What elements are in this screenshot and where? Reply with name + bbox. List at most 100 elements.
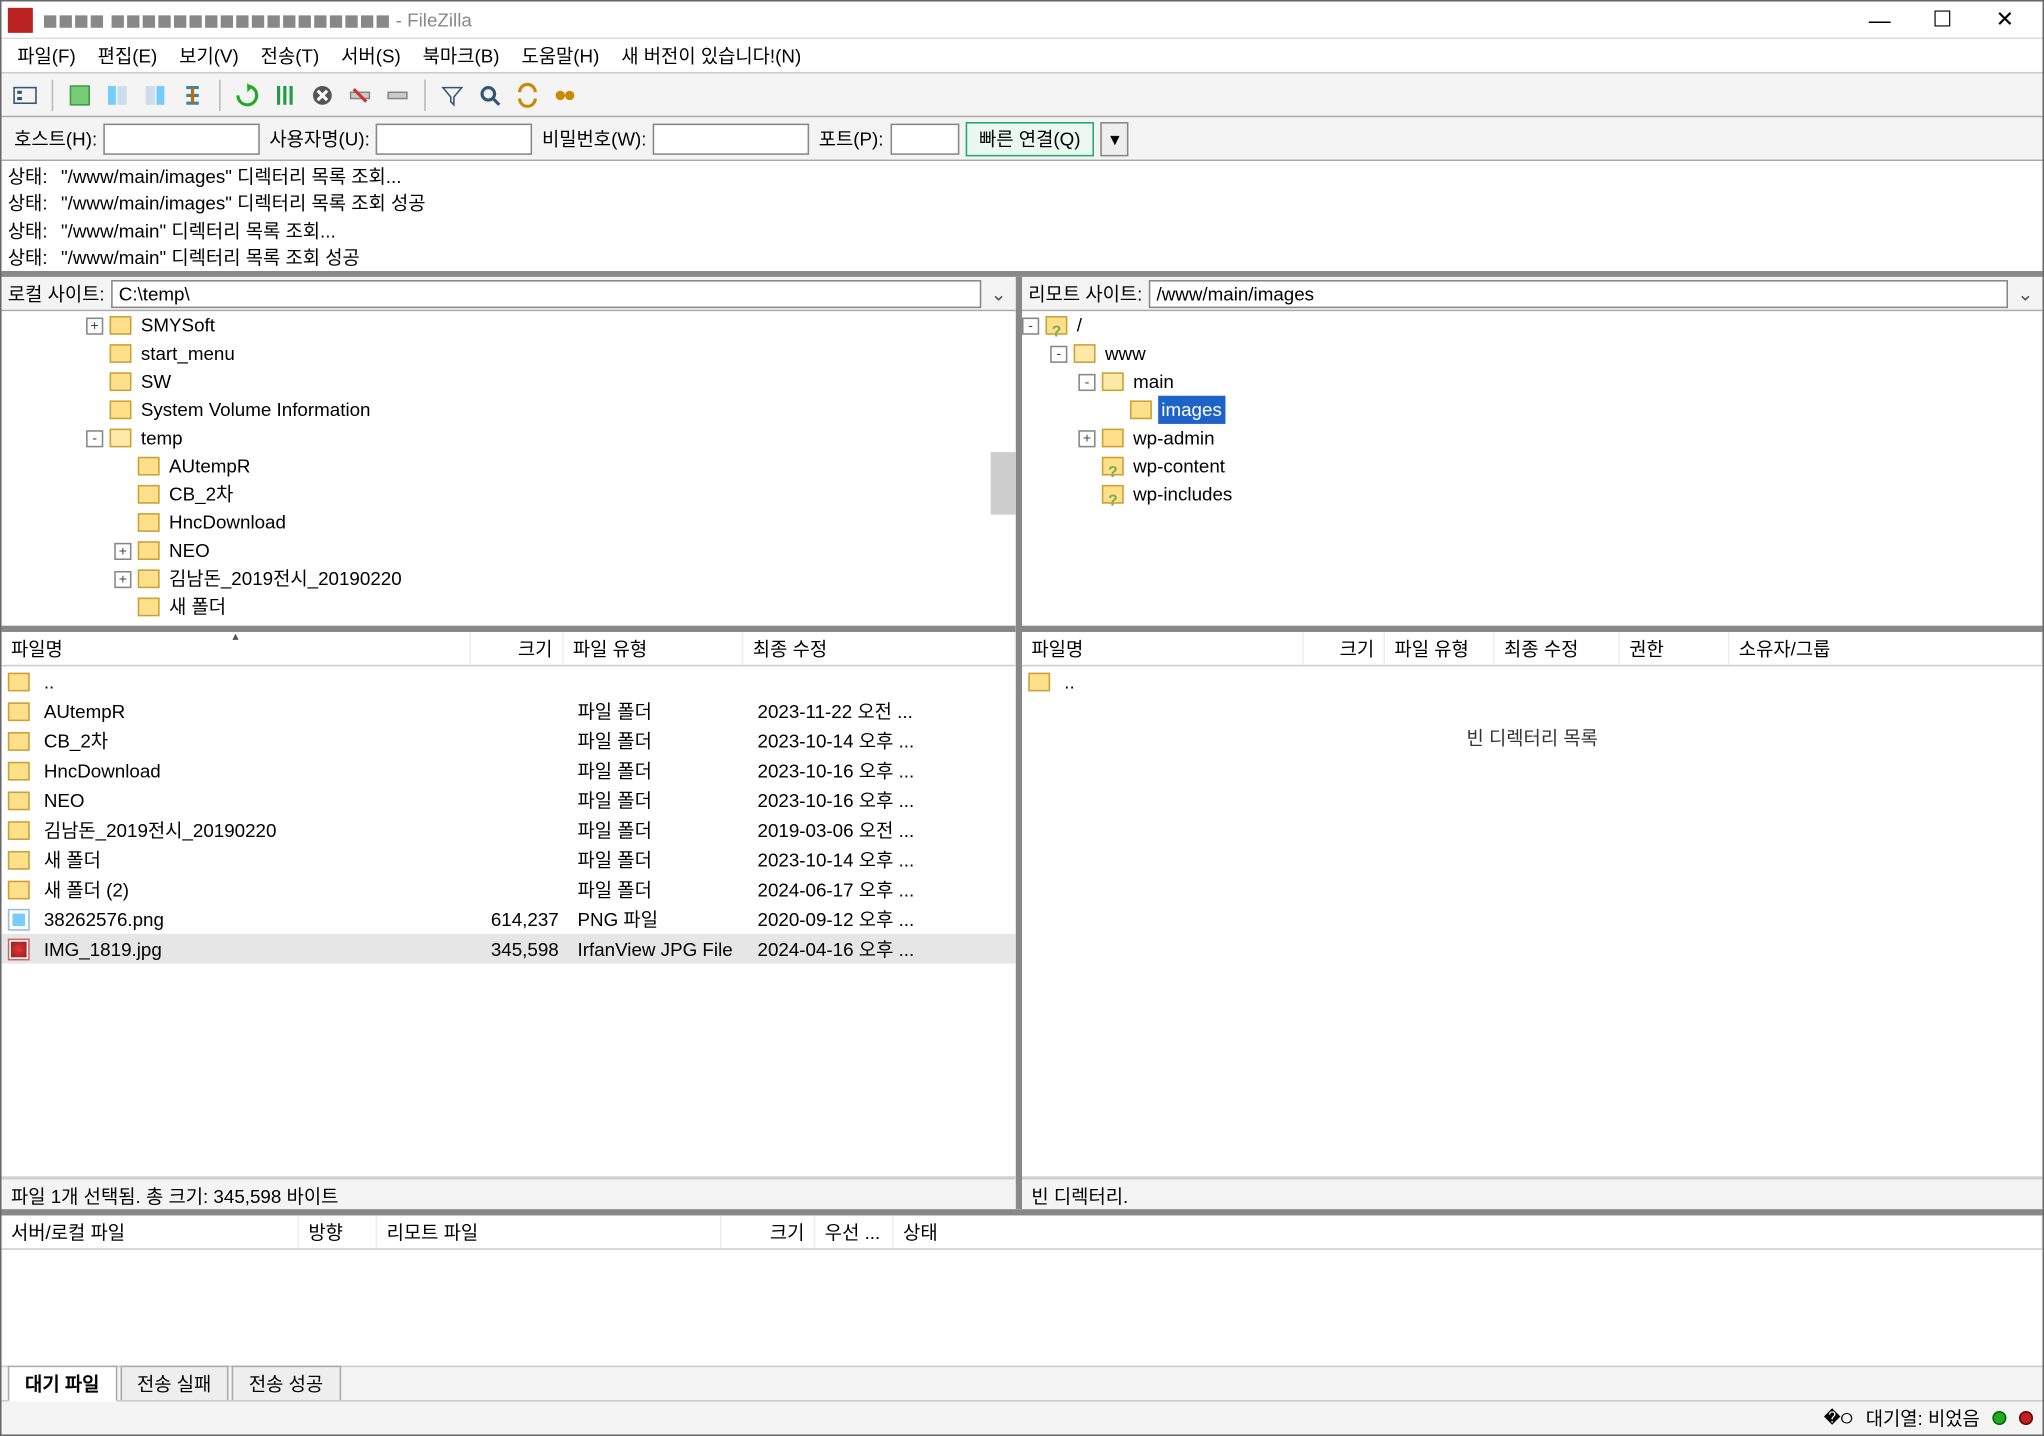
qcol-priority[interactable]: 우선 ...	[815, 1215, 893, 1248]
tab-failed[interactable]: 전송 실패	[120, 1366, 229, 1400]
tree-label[interactable]: AUtempR	[166, 452, 254, 480]
file-row[interactable]: AUtempR파일 폴더2023-11-22 오전 ...	[2, 696, 1016, 726]
tree-label[interactable]: 새 폴더	[166, 593, 229, 621]
toggle-remotetree-button[interactable]	[138, 77, 172, 111]
toggle-log-button[interactable]	[63, 77, 97, 111]
menu-server[interactable]: 서버(S)	[332, 39, 410, 72]
file-row[interactable]: NEO파일 폴더2023-10-16 오후 ...	[2, 785, 1016, 815]
tree-label[interactable]: System Volume Information	[138, 396, 374, 424]
sitemanager-button[interactable]	[8, 77, 42, 111]
qcol-file[interactable]: 서버/로컬 파일	[2, 1215, 299, 1248]
tree-expander[interactable]: -	[1078, 373, 1095, 390]
col-type[interactable]: 파일 유형	[1385, 632, 1495, 665]
process-queue-button[interactable]	[268, 77, 302, 111]
remote-tree[interactable]: -/-www-mainimages+wp-adminwp-contentwp-i…	[1022, 311, 2042, 632]
pass-input[interactable]	[653, 123, 810, 154]
remote-path-input[interactable]	[1149, 279, 2008, 307]
file-row[interactable]: 새 폴더 (2)파일 폴더2024-06-17 오후 ...	[2, 874, 1016, 904]
tree-label[interactable]: /	[1074, 311, 1085, 339]
menu-help[interactable]: 도움말(H)	[512, 39, 609, 72]
tree-label[interactable]: SMYSoft	[138, 311, 218, 339]
tree-item[interactable]: + 김남돈_2019전시_20190220	[2, 565, 1016, 593]
tree-label[interactable]: SW	[138, 368, 175, 396]
tree-label[interactable]: 김남돈_2019전시_20190220	[166, 565, 405, 593]
col-size[interactable]: 크기	[471, 632, 563, 665]
port-input[interactable]	[890, 123, 959, 154]
tree-expander[interactable]: -	[1050, 345, 1067, 362]
col-owner[interactable]: 소유자/그룹	[1729, 632, 2042, 665]
sync-browse-button[interactable]	[510, 77, 544, 111]
qcol-status[interactable]: 상태	[894, 1215, 2043, 1248]
menu-update[interactable]: 새 버전이 있습니다!(N)	[612, 39, 811, 72]
menu-transfer[interactable]: 전송(T)	[251, 39, 328, 72]
tab-success[interactable]: 전송 성공	[232, 1366, 341, 1400]
disconnect-button[interactable]	[343, 77, 377, 111]
minimize-button[interactable]: ―	[1848, 2, 1911, 36]
tree-item[interactable]: wp-includes	[1022, 480, 2042, 508]
file-row-up[interactable]: ..	[1022, 666, 2042, 696]
local-filelist-body[interactable]: ..AUtempR파일 폴더2023-11-22 오전 ...CB_2차파일 폴…	[2, 666, 1016, 1176]
tree-label[interactable]: www	[1102, 339, 1149, 367]
tree-item[interactable]: System Volume Information	[2, 396, 1016, 424]
tab-queued[interactable]: 대기 파일	[8, 1366, 117, 1402]
qcol-direction[interactable]: 방향	[299, 1215, 377, 1248]
menu-view[interactable]: 보기(V)	[170, 39, 248, 72]
tree-item[interactable]: AUtempR	[2, 452, 1016, 480]
tree-expander[interactable]: -	[86, 429, 103, 446]
tree-item[interactable]: +NEO	[2, 537, 1016, 565]
remote-filelist-body[interactable]: .. 빈 디렉터리 목록	[1022, 666, 2042, 1176]
menu-bookmarks[interactable]: 북마크(B)	[413, 39, 509, 72]
tree-item[interactable]: wp-content	[1022, 452, 2042, 480]
scrollbar-thumb[interactable]	[991, 452, 1016, 515]
tree-expander[interactable]: -	[1022, 317, 1039, 334]
tree-expander[interactable]: +	[114, 570, 131, 587]
col-name[interactable]: ▴파일명	[2, 632, 472, 665]
quickconnect-history-button[interactable]: ▾	[1101, 121, 1129, 155]
col-type[interactable]: 파일 유형	[563, 632, 743, 665]
file-row[interactable]: ..	[2, 666, 1016, 696]
file-row[interactable]: 38262576.png614,237PNG 파일2020-09-12 오후 .…	[2, 904, 1016, 934]
tree-expander[interactable]: +	[86, 317, 103, 334]
status-log[interactable]: 상태: "/www/main/images" 디렉터리 목록 조회...상태: …	[2, 161, 2043, 277]
col-modified[interactable]: 최종 수정	[1495, 632, 1620, 665]
qcol-size[interactable]: 크기	[722, 1215, 816, 1248]
tree-item[interactable]: + SMYSoft	[2, 311, 1016, 339]
tree-item[interactable]: -main	[1022, 368, 2042, 396]
tree-item[interactable]: CB_2차	[2, 480, 1016, 508]
menu-file[interactable]: 파일(F)	[8, 39, 85, 72]
tree-label[interactable]: images	[1158, 396, 1225, 424]
tree-item[interactable]: HncDownload	[2, 508, 1016, 536]
tree-item[interactable]: - www	[1022, 339, 2042, 367]
toggle-localtree-button[interactable]	[100, 77, 134, 111]
tree-label[interactable]: HncDownload	[166, 508, 289, 536]
local-path-input[interactable]	[111, 279, 981, 307]
tree-item[interactable]: images	[1022, 396, 2042, 424]
tree-item[interactable]: start_menu	[2, 339, 1016, 367]
tree-label[interactable]: wp-content	[1130, 452, 1228, 480]
local-path-dropdown[interactable]: ⌄	[988, 282, 1010, 304]
compare-button[interactable]	[548, 77, 582, 111]
search-button[interactable]	[473, 77, 507, 111]
qcol-remote[interactable]: 리모트 파일	[377, 1215, 721, 1248]
col-modified[interactable]: 최종 수정	[743, 632, 1015, 665]
tree-item[interactable]: - temp	[2, 424, 1016, 452]
filter-button[interactable]	[435, 77, 469, 111]
close-button[interactable]: ✕	[1974, 2, 2037, 36]
tree-label[interactable]: wp-admin	[1130, 424, 1218, 452]
tree-label[interactable]: CB_2차	[166, 480, 237, 508]
toggle-queue-button[interactable]	[175, 77, 209, 111]
file-row[interactable]: CB_2차파일 폴더2023-10-14 오후 ...	[2, 726, 1016, 756]
tree-label[interactable]: NEO	[166, 537, 213, 565]
menu-edit[interactable]: 편집(E)	[88, 39, 166, 72]
refresh-button[interactable]	[230, 77, 264, 111]
tree-item[interactable]: +wp-admin	[1022, 424, 2042, 452]
col-permissions[interactable]: 권한	[1620, 632, 1730, 665]
file-row[interactable]: HncDownload파일 폴더2023-10-16 오후 ...	[2, 756, 1016, 786]
local-tree[interactable]: + SMYSoftstart_menuSWSystem Volume Inform…	[2, 311, 1016, 632]
quickconnect-button[interactable]: 빠른 연결(Q)	[965, 121, 1095, 155]
tree-item[interactable]: 새 폴더	[2, 593, 1016, 621]
maximize-button[interactable]: ☐	[1911, 2, 1974, 36]
tree-label[interactable]: temp	[138, 424, 186, 452]
col-size[interactable]: 크기	[1304, 632, 1385, 665]
host-input[interactable]	[103, 123, 260, 154]
